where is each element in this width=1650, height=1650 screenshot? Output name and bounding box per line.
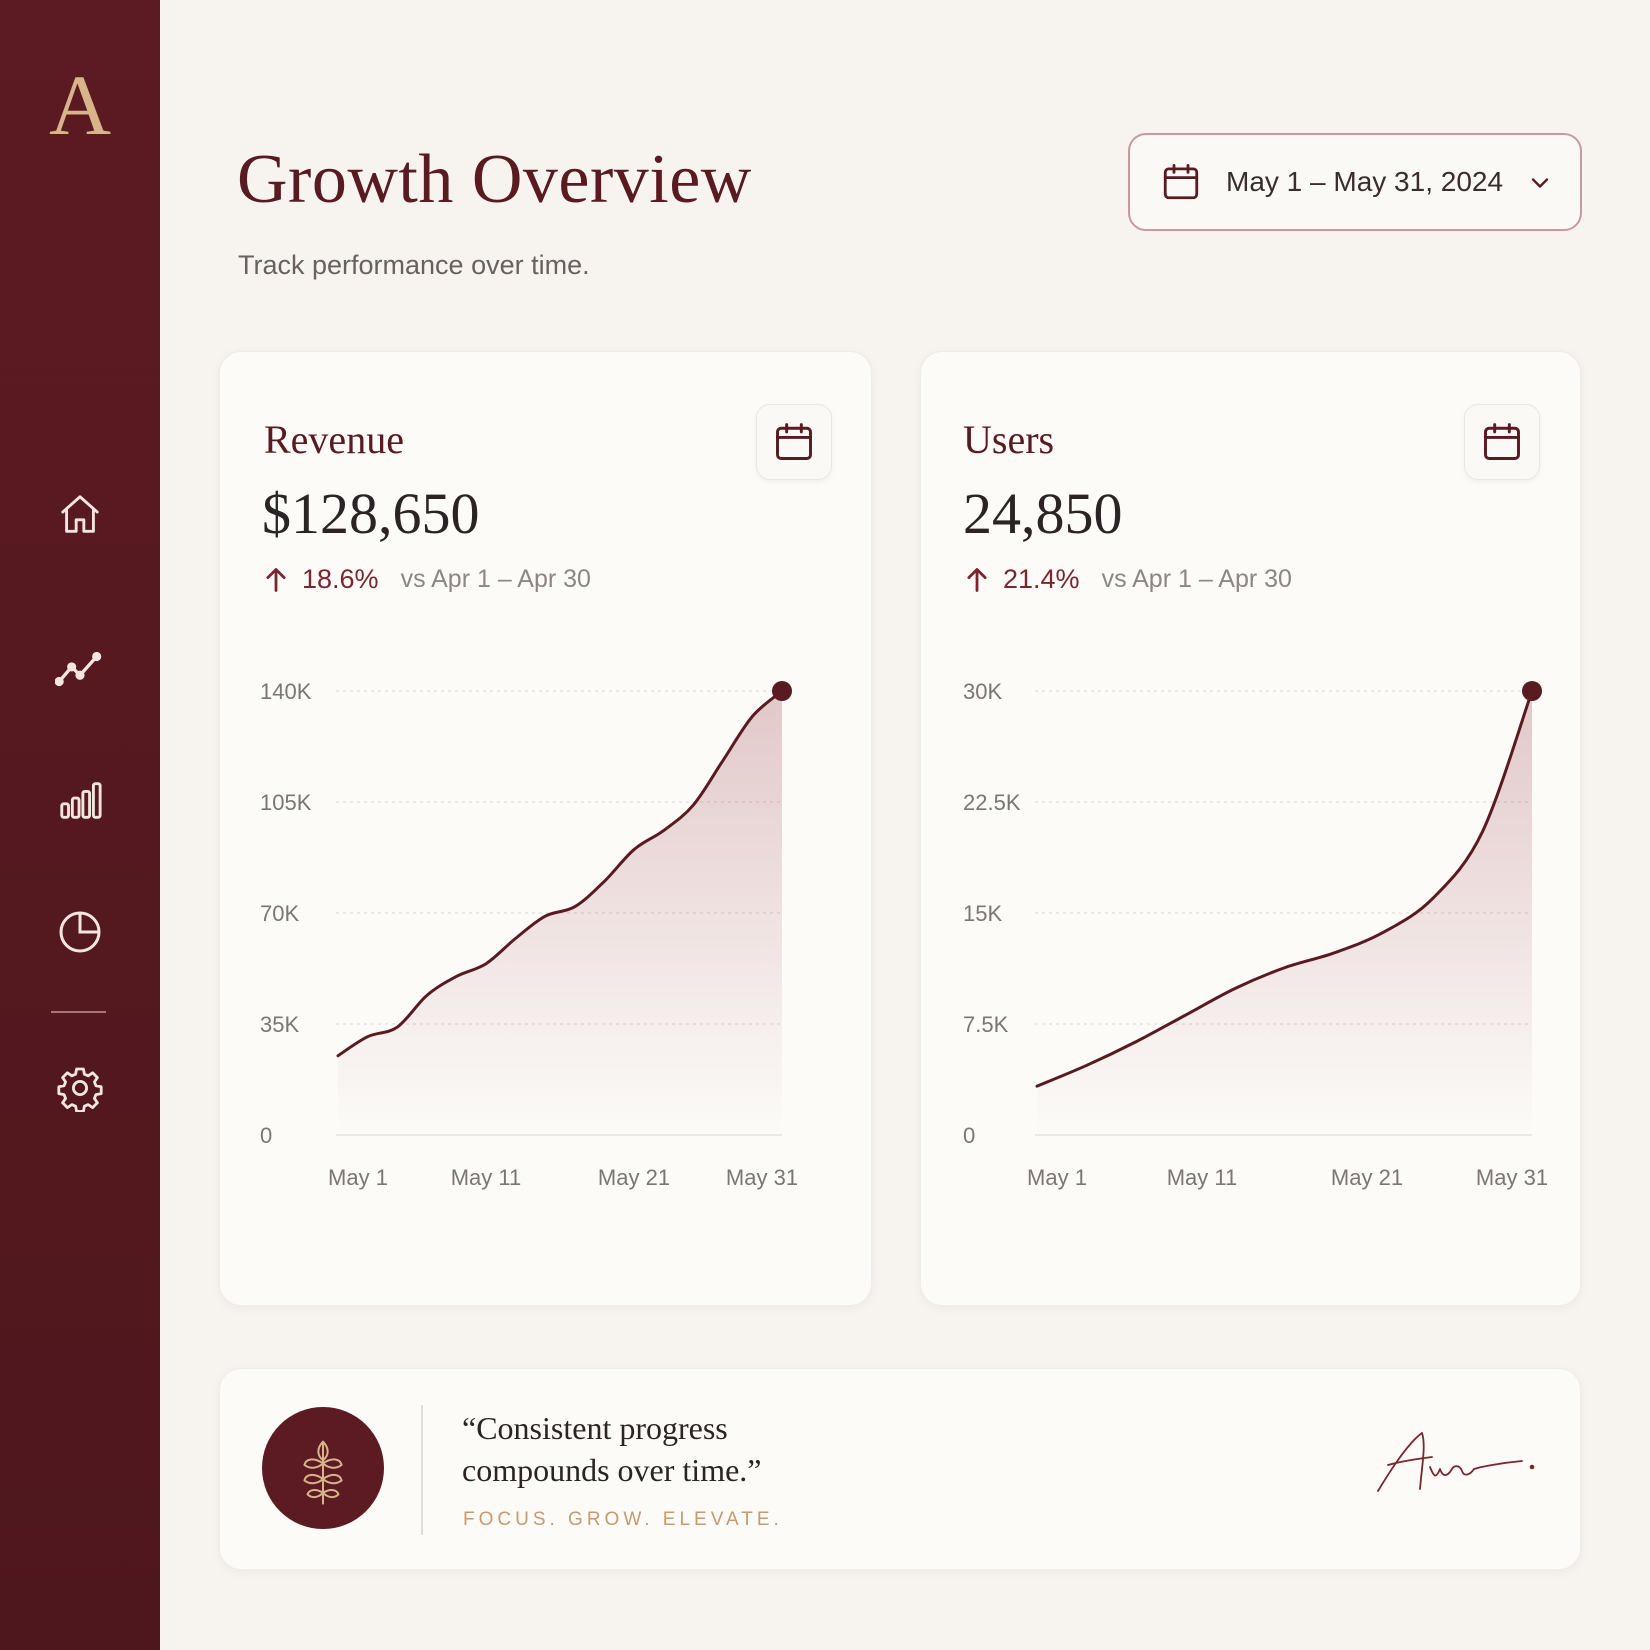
users-endpoint-marker[interactable]	[1522, 681, 1542, 701]
revenue-data-point	[541, 912, 549, 920]
revenue-data-point	[600, 877, 608, 885]
revenue-data-point	[660, 827, 668, 835]
users-y-tick-label: 22.5K	[963, 790, 1021, 815]
revenue-x-tick-label: May 31	[726, 1165, 798, 1190]
revenue-data-point	[482, 960, 490, 968]
users-data-point	[1132, 1038, 1140, 1046]
revenue-data-point	[689, 801, 697, 809]
revenue-x-tick-label: May 11	[451, 1165, 522, 1190]
users-data-point	[1479, 828, 1487, 836]
revenue-data-point	[719, 757, 727, 765]
revenue-x-tick-label: May 1	[328, 1165, 388, 1190]
sidebar-item-breakdown[interactable]	[48, 900, 112, 964]
page-title: Growth Overview	[237, 141, 752, 218]
users-x-tick-label: May 1	[1027, 1165, 1087, 1190]
revenue-data-point	[452, 972, 460, 980]
signature	[1377, 1432, 1535, 1492]
users-y-tick-label: 0	[963, 1123, 975, 1148]
chevron-down-icon	[1531, 178, 1549, 188]
revenue-endpoint-marker[interactable]	[772, 681, 792, 701]
revenue-data-point	[512, 934, 520, 942]
quote-card: “Consistent progress compounds over time…	[219, 1368, 1581, 1570]
sidebar: A	[0, 0, 160, 1650]
sidebar-item-settings[interactable]	[48, 1056, 112, 1120]
revenue-y-tick-label: 0	[260, 1123, 272, 1148]
bar-chart-icon	[60, 782, 102, 819]
users-data-point	[1330, 949, 1338, 957]
page-subtitle: Track performance over time.	[238, 250, 590, 280]
pie-chart-icon	[59, 911, 101, 953]
users-chart: 0 7.5K 15K 22.5K 30K May 1 May 11 May 21 May 31	[963, 679, 1548, 1190]
revenue-y-tick-label: 140K	[260, 679, 312, 704]
date-range-picker[interactable]: May 1 – May 31, 2024	[1128, 133, 1582, 231]
users-area-fill	[1037, 691, 1532, 1135]
revenue-data-point	[571, 903, 579, 911]
quote-text: “Consistent progress compounds over time…	[462, 1410, 762, 1488]
date-range-label: May 1 – May 31, 2024	[1226, 166, 1504, 197]
users-data-point	[1429, 894, 1437, 902]
revenue-data-point	[364, 1033, 372, 1041]
revenue-y-tick-label: 35K	[260, 1012, 299, 1037]
revenue-chart: 0 35K 70K 105K 140K May 1 May 11 May 21 May 31	[260, 679, 798, 1190]
users-card: Users 24,850 21.4% vs Apr 1 – Apr 30 0 7.…	[920, 351, 1581, 1306]
users-data-point	[1182, 1011, 1190, 1019]
users-y-tick-label: 30K	[963, 679, 1002, 704]
revenue-y-tick-label: 70K	[260, 901, 299, 926]
users-x-tick-label: May 31	[1476, 1165, 1548, 1190]
revenue-data-point	[423, 991, 431, 999]
leaf-icon	[303, 1440, 343, 1505]
revenue-data-point	[334, 1052, 342, 1060]
revenue-card: Revenue $128,650 18.6% vs Apr 1 – Apr 30…	[219, 351, 872, 1306]
users-data-point	[1380, 928, 1388, 936]
home-icon	[61, 495, 99, 533]
brand-logo[interactable]: A	[0, 62, 160, 148]
users-data-point	[1281, 964, 1289, 972]
sidebar-item-home[interactable]	[48, 482, 112, 546]
quote-tagline: FOCUS. GROW. ELEVATE.	[463, 1509, 783, 1530]
revenue-data-point	[393, 1023, 401, 1031]
sidebar-divider	[51, 1011, 106, 1013]
users-y-tick-label: 7.5K	[963, 1012, 1009, 1037]
users-x-tick-label: May 11	[1167, 1165, 1238, 1190]
trend-line-icon	[55, 651, 102, 687]
gear-icon	[57, 1067, 103, 1112]
revenue-data-point	[630, 846, 638, 854]
revenue-data-point	[748, 712, 756, 720]
users-data-point	[1083, 1061, 1091, 1069]
users-x-tick-label: May 21	[1331, 1165, 1403, 1190]
users-data-point	[1231, 984, 1239, 992]
users-data-point	[1033, 1082, 1041, 1090]
revenue-x-tick-label: May 21	[598, 1165, 670, 1190]
sidebar-item-reports[interactable]	[48, 768, 112, 832]
sidebar-item-growth[interactable]	[48, 637, 112, 701]
quote-divider	[421, 1405, 423, 1535]
revenue-y-tick-label: 105K	[260, 790, 312, 815]
users-y-tick-label: 15K	[963, 901, 1002, 926]
quote-badge	[262, 1407, 384, 1529]
calendar-icon	[1163, 163, 1199, 200]
